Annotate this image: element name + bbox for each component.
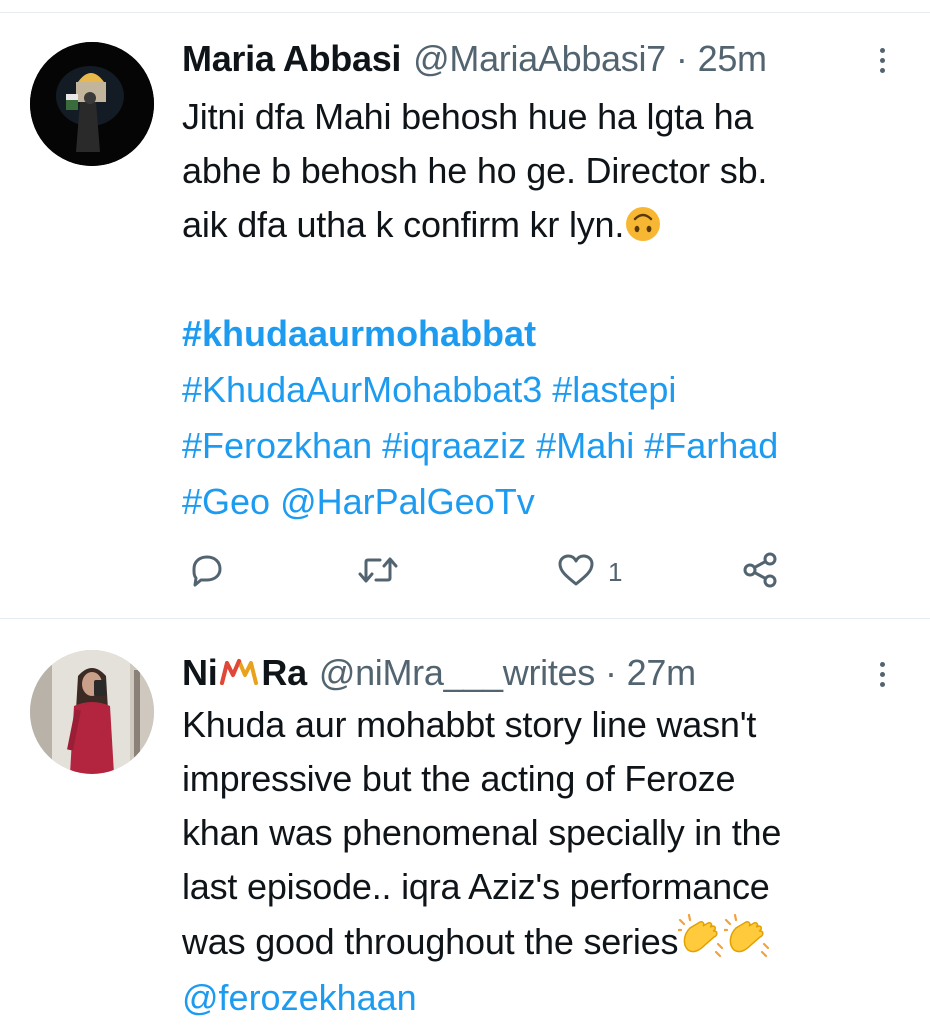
separator-dot: · [604,652,617,693]
avatar[interactable] [30,650,154,774]
username-handle[interactable]: @niMra___writes [319,652,595,694]
tweet-text: Khuda aur mohabbt story line wasn't impr… [182,698,902,975]
share-icon [740,550,780,595]
hashtag-link[interactable]: #khudaaurmohabbat [182,306,902,362]
tweet-text-line: Khuda aur mohabbt story line wasn't [182,704,757,745]
like-count: 1 [608,556,623,587]
like-button[interactable]: 1 [556,550,622,594]
avatar[interactable] [30,42,154,166]
hashtag-link[interactable]: #Geo @HarPalGeoTv [182,474,902,530]
hashtag-link[interactable]: #KhudaAurMohabbat3 #lastepi [182,362,902,418]
tweet-text-line: last episode.. iqra Aziz's performance [182,866,770,907]
tweet-text-line: was good throughout the series [182,913,902,975]
retweet-icon [356,550,400,595]
tweet-text-line: Jitni dfa Mahi behosh hue ha lgta ha [182,96,754,137]
clapping-hands-icon [722,913,770,975]
tweet-text-line: abhe b behosh he ho ge. Director sb. [182,150,768,191]
reply-icon [186,550,226,595]
tweet-text: Jitni dfa Mahi behosh hue ha lgta ha abh… [182,90,902,258]
hashtag-block: #khudaaurmohabbat #KhudaAurMohabbat3 #la… [182,306,902,530]
tweet-header: Ni Ra @niMra___writes · 27m [182,652,696,694]
more-options-icon[interactable] [862,654,902,694]
crown-emoji-icon [219,654,259,696]
username-handle[interactable]: @MariaAbbasi7 [413,38,666,80]
tweet-text-line: aik dfa utha k confirm kr lyn. [182,198,902,258]
mention-link[interactable]: @ferozekhaan [182,970,417,1026]
tweet-divider [0,618,930,619]
display-name[interactable]: Ni Ra [182,652,307,696]
like-icon [556,550,596,595]
top-divider [0,12,930,13]
display-name[interactable]: Maria Abbasi [182,38,401,80]
reply-button[interactable] [186,550,226,594]
tweet-header: Maria Abbasi @MariaAbbasi7 · 25m [182,38,767,80]
clapping-hands-icon [676,913,724,975]
timestamp[interactable]: 25m [698,38,767,80]
tweet-text-line: khan was phenomenal specially in the [182,812,782,853]
share-button[interactable] [740,550,780,594]
timestamp[interactable]: 27m [627,652,696,694]
retweet-button[interactable] [356,550,400,594]
tweet-text-line: impressive but the acting of Feroze [182,758,736,799]
upside-down-face-icon [624,204,662,258]
more-options-icon[interactable] [862,40,902,80]
separator-dot: · [675,38,688,79]
hashtag-link[interactable]: #Ferozkhan #iqraaziz #Mahi #Farhad [182,418,902,474]
